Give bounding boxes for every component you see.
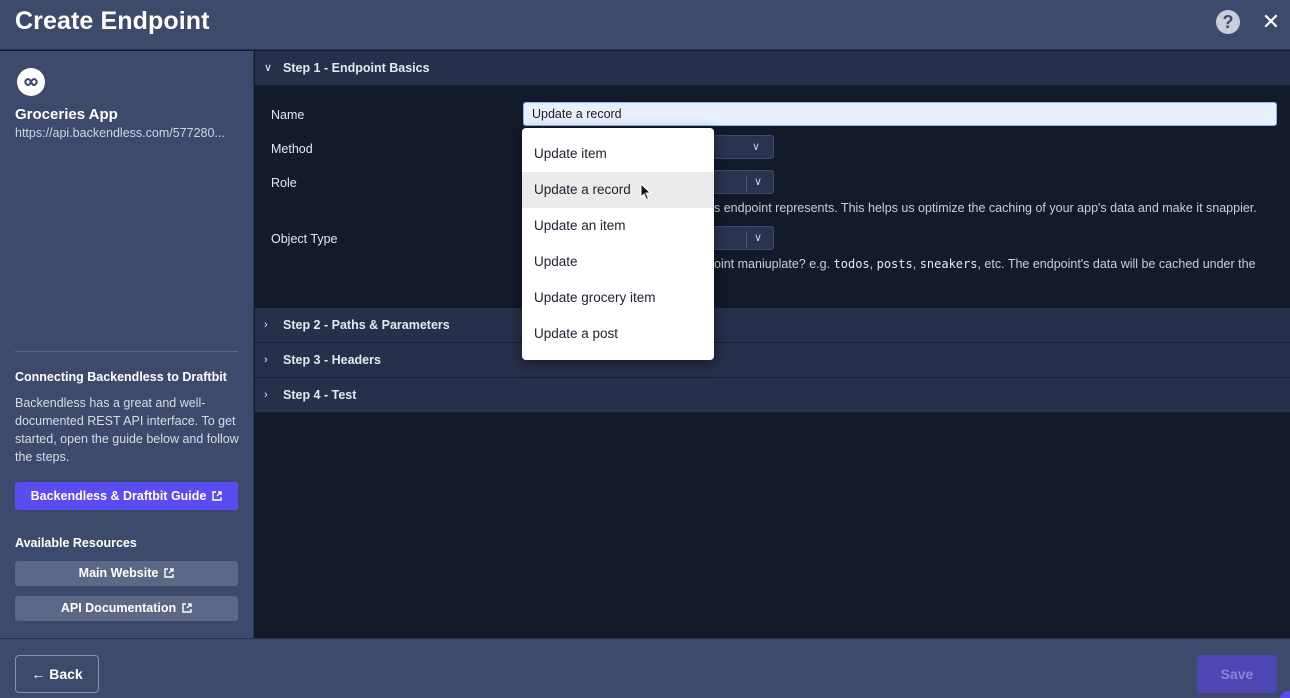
code-sneakers: sneakers: [919, 257, 978, 271]
guide-button-label: Backendless & Draftbit Guide: [30, 489, 207, 503]
step-2-header[interactable]: › Step 2 - Paths & Parameters: [255, 308, 1290, 343]
step-3-label: Step 3 - Headers: [283, 353, 381, 367]
method-select[interactable]: ∨: [713, 135, 774, 159]
sidebar-divider: [15, 351, 238, 352]
chevron-down-icon: ∨: [754, 176, 763, 188]
object-help-sep2: ,: [912, 257, 920, 271]
sidebar: Groceries App https://api.backendless.co…: [0, 51, 254, 638]
object-type-help-text: oint maniuplate? e.g. todos, posts, snea…: [714, 257, 1256, 271]
object-help-suffix: , etc. The endpoint's data will be cache…: [977, 257, 1256, 271]
back-button[interactable]: ← Back: [15, 655, 99, 693]
step-3-header[interactable]: › Step 3 - Headers: [255, 343, 1290, 378]
code-todos: todos: [833, 257, 870, 271]
page-title: Create Endpoint: [15, 7, 210, 35]
chevron-down-icon: ∨: [754, 232, 763, 244]
close-icon[interactable]: ✕: [1260, 10, 1282, 34]
step-4-header[interactable]: › Step 4 - Test: [255, 378, 1290, 413]
step-1-body: Name Update a record Method ∨ Role ∨ s e…: [255, 86, 1290, 308]
arrow-left-icon: ←: [31, 666, 46, 682]
help-icon[interactable]: ?: [1216, 10, 1240, 34]
name-input[interactable]: Update a record: [523, 102, 1277, 126]
name-label: Name: [271, 108, 305, 122]
corner-decoration: [1280, 691, 1290, 698]
backendless-logo-icon: [17, 68, 45, 96]
external-link-icon: [182, 603, 192, 613]
guide-heading: Connecting Backendless to Draftbit: [15, 370, 227, 384]
method-label: Method: [271, 142, 313, 156]
guide-description: Backendless has a great and well-documen…: [15, 396, 239, 464]
app-url: https://api.backendless.com/577280...: [15, 126, 225, 140]
object-help-sep1: ,: [869, 257, 877, 271]
object-type-select[interactable]: ∨: [713, 226, 774, 250]
resources-heading: Available Resources: [15, 536, 137, 550]
mouse-cursor-icon: [640, 183, 652, 201]
modal-header: Create Endpoint ? ✕: [0, 0, 1290, 50]
step-1-header[interactable]: ∨ Step 1 - Endpoint Basics: [255, 51, 1290, 86]
main-website-label: Main Website: [78, 566, 159, 580]
object-type-label: Object Type: [271, 232, 338, 246]
dropdown-item[interactable]: Update an item: [522, 208, 714, 244]
save-button[interactable]: Save: [1197, 655, 1277, 693]
dropdown-item[interactable]: Update item: [522, 136, 714, 172]
role-help-text: s endpoint represents. This helps us opt…: [714, 201, 1257, 215]
name-suggestions-dropdown: Update item Update a record Update an it…: [522, 128, 714, 360]
api-documentation-label: API Documentation: [60, 601, 177, 615]
code-posts: posts: [876, 257, 913, 271]
step-4-label: Step 4 - Test: [283, 388, 357, 402]
chevron-right-icon: ›: [264, 389, 268, 401]
external-link-icon: [212, 491, 223, 501]
modal-footer: ← Back Save: [0, 638, 1290, 698]
back-button-label: Back: [49, 666, 83, 682]
dropdown-item[interactable]: Update a record: [522, 172, 714, 208]
dropdown-item[interactable]: Update grocery item: [522, 280, 714, 316]
dropdown-item[interactable]: Update: [522, 244, 714, 280]
step-1-label: Step 1 - Endpoint Basics: [283, 61, 430, 75]
select-separator: [746, 175, 747, 191]
chevron-down-icon: ∨: [264, 62, 273, 74]
step-2-label: Step 2 - Paths & Parameters: [283, 318, 450, 332]
app-name: Groceries App: [15, 106, 118, 123]
api-documentation-button[interactable]: API Documentation: [15, 596, 238, 621]
chevron-right-icon: ›: [264, 319, 268, 331]
object-help-prefix: oint maniuplate? e.g.: [714, 257, 834, 271]
guide-button[interactable]: Backendless & Draftbit Guide: [15, 482, 238, 510]
select-separator: [746, 231, 747, 247]
main-website-button[interactable]: Main Website: [15, 561, 238, 586]
role-label: Role: [271, 176, 297, 190]
chevron-right-icon: ›: [264, 354, 268, 366]
main-content: ∨ Step 1 - Endpoint Basics Name Update a…: [255, 51, 1290, 638]
dropdown-item[interactable]: Update a post: [522, 316, 714, 352]
chevron-down-icon: ∨: [752, 141, 761, 153]
external-link-icon: [164, 568, 175, 578]
role-select[interactable]: ∨: [713, 170, 774, 194]
